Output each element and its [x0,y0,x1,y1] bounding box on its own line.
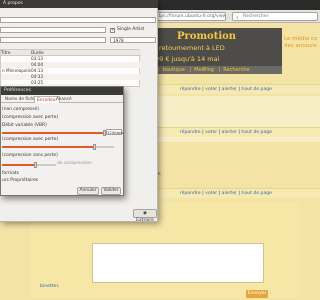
vote-link[interactable]: voter [205,87,217,92]
single-artist-label: Single Artist [117,27,145,32]
sidebar-promo-text[interactable]: Le média co des amoure [284,36,320,50]
nav-item-blog[interactable]: MeiBlog [194,67,214,73]
smileys-link[interactable]: binettes [40,284,59,289]
flac-level-label: de compression [57,161,92,166]
preferences-dialog: Préférences Noms de fichier Encodeur Ava… [0,86,124,196]
search-icon: ⌕ [236,15,239,21]
genre-field[interactable] [0,37,106,43]
post-actions: répondre | voter | alerter | haut de pag… [179,87,272,92]
wav-option[interactable]: (non compressé) [2,107,39,112]
reply-link[interactable]: répondre [180,130,201,135]
report-link[interactable]: alerter [222,87,237,92]
ogg-option[interactable]: (compression avec perte) [2,137,58,142]
dialog-title: Préférences [1,87,123,95]
track-list[interactable]: Titre Durée 03:13 04:04 n Minneapolis 04… [0,49,141,87]
nav-item-boutique[interactable]: boutique [163,67,185,73]
extract-label: Extraire [136,218,154,223]
top-link[interactable]: haut de page [241,130,272,135]
report-link[interactable]: alerter [222,130,237,135]
slider-fill [2,146,94,148]
tab-advanced[interactable]: Avancé [54,96,74,103]
album-field[interactable] [0,17,156,23]
extract-icon: ◉ [143,211,147,216]
flac-compression-slider[interactable] [2,162,56,168]
cancel-button[interactable]: Annuler [77,187,99,195]
send-button[interactable]: Envoyer [246,290,268,298]
ogg-quality-slider[interactable] [2,144,114,150]
vote-link[interactable]: voter [205,191,217,196]
vbr-option[interactable]: Débit variable (VBR) [2,123,47,128]
reply-link[interactable]: répondre [180,87,201,92]
promo-line-2: 99 € jusqu'à 14 mai [155,55,220,63]
mp3-option[interactable]: (compression avec perte) [2,115,58,120]
flac-option[interactable]: (compression sans perte) [2,153,58,158]
bitrate-value: 320Kbps [106,129,124,135]
slider-knob[interactable] [92,144,96,150]
address-bar[interactable]: https://forum.ubuntu-fr.org/viewreply.ph… [150,12,226,21]
extract-button[interactable]: ◉ Extraire [133,209,157,223]
site-nav: | boutique | MeiBlog | Recherche [137,66,282,74]
nav-item-search[interactable]: Recherche [223,67,249,73]
post-actions: répondre | voter | alerter | haut de pag… [179,130,272,135]
column-title[interactable]: Titre [1,50,10,55]
single-artist-checkbox[interactable] [110,27,115,33]
promo-banner[interactable]: Promotion à retournement à LED 99 € jusq… [137,28,282,74]
report-link[interactable]: alerter [222,191,237,196]
search-input[interactable]: ⌕ Rechercher [232,12,318,21]
slider-fill [2,132,104,134]
search-placeholder: Rechercher [243,14,269,19]
slider-fill [2,164,36,166]
mp3-bitrate-slider[interactable] [2,130,106,136]
top-link[interactable]: haut de page [241,191,272,196]
ok-button[interactable]: Valider [101,187,121,195]
vote-link[interactable]: voter [205,130,217,135]
window-title: À propos [0,0,158,8]
post-actions: répondre | voter | alerter | haut de pag… [179,191,272,196]
dialog-tabs: Noms de fichier Encodeur Avancé [1,96,123,103]
promo-title: Promotion [177,31,237,42]
more-formats-expander[interactable]: formats [2,171,19,176]
reply-textarea[interactable] [92,243,264,283]
proprietary-expander[interactable]: urs Propriétaires [2,178,38,183]
top-link[interactable]: haut de page [241,87,272,92]
reply-link[interactable]: répondre [180,191,201,196]
year-field[interactable]: 1978 [110,37,156,43]
artist-field[interactable] [0,27,106,33]
slider-knob[interactable] [34,162,38,168]
promo-line-1: à retournement à LED [153,44,225,52]
